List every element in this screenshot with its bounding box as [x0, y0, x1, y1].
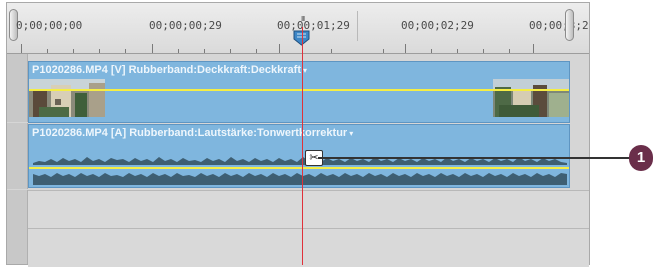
audio-clip-title: P1020286.MP4 [A] Rubberband:Lautstärke:T… [32, 127, 348, 139]
ruler-tick [21, 44, 22, 53]
ruler-tick [331, 49, 332, 53]
ruler-tick [47, 49, 48, 53]
empty-track-header [7, 190, 28, 264]
ruler-tick [152, 44, 153, 53]
empty-track-row[interactable] [28, 190, 589, 229]
ruler-tick [73, 49, 74, 53]
video-clip-title: P1020286.MP4 [V] Rubberband:Deckkraft:De… [32, 64, 301, 76]
video-clip-menu-arrow[interactable]: ▾ [303, 66, 307, 75]
audio-track-header [7, 123, 28, 189]
timecode-0: 0;00;00;00 [16, 19, 83, 32]
ruler-tick [405, 44, 406, 53]
audio-volume-rubberband[interactable] [29, 167, 569, 169]
ruler-tick [256, 49, 257, 53]
ruler-tick [230, 49, 231, 53]
ruler-tick [483, 49, 484, 53]
ruler-tick [178, 49, 179, 53]
cti-grip-marker: III [301, 15, 305, 23]
ruler-tick [279, 44, 280, 53]
ruler-tick [533, 44, 534, 53]
audio-clip[interactable]: P1020286.MP4 [A] Rubberband:Lautstärke:T… [28, 124, 570, 188]
ruler-tick [125, 49, 126, 53]
ruler-tick [457, 49, 458, 53]
ruler-tick [383, 49, 384, 53]
callout-number-badge: 1 [629, 145, 653, 171]
video-thumbnail-start [29, 79, 105, 117]
video-opacity-rubberband[interactable] [29, 89, 569, 91]
timecode-2: 00;00;01;29 [277, 19, 350, 32]
timeline-panel: 0;00;00;00 00;00;00;29 00;00;01;29 00;00… [6, 2, 590, 267]
ruler-tick [431, 49, 432, 53]
playhead-line [302, 27, 303, 265]
audio-waveform-left [33, 157, 567, 165]
video-thumbnail-end [493, 79, 569, 117]
ruler-divider [357, 11, 358, 41]
audio-clip-menu-arrow[interactable]: ▾ [349, 129, 353, 138]
audio-waveform-right [33, 173, 567, 185]
video-clip-label: P1020286.MP4 [V] Rubberband:Deckkraft:De… [32, 64, 307, 76]
work-area-end-handle[interactable] [565, 9, 574, 41]
callout-leader-line [318, 157, 630, 159]
ruler-tick [99, 49, 100, 53]
timecode-3: 00;00;02;29 [401, 19, 474, 32]
timecode-4: 00;00;3;2 [529, 19, 589, 32]
video-clip[interactable]: P1020286.MP4 [V] Rubberband:Deckkraft:De… [28, 61, 570, 123]
timecode-1: 00;00;00;29 [149, 19, 222, 32]
video-track-header [7, 54, 28, 122]
timeline-ruler[interactable]: 0;00;00;00 00;00;00;29 00;00;01;29 00;00… [7, 3, 589, 54]
audio-clip-label: P1020286.MP4 [A] Rubberband:Lautstärke:T… [32, 127, 353, 139]
ruler-tick [509, 49, 510, 53]
empty-track-row[interactable] [28, 228, 589, 267]
ruler-tick [204, 49, 205, 53]
